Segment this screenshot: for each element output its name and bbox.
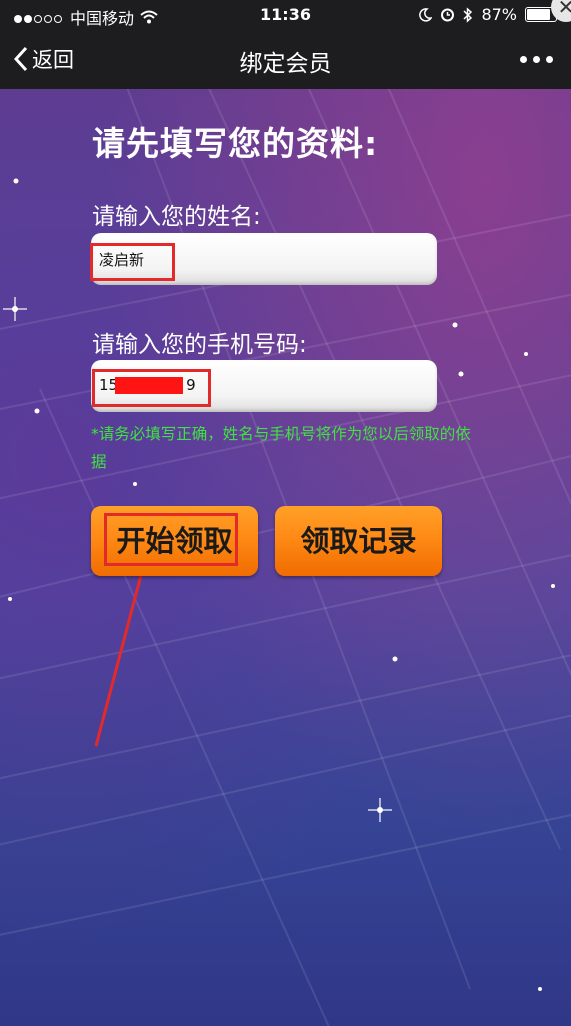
name-label: 请输入您的姓名: (92, 204, 261, 230)
phone-label: 请输入您的手机号码: (92, 332, 307, 358)
form-heading: 请先填写您的资料: (92, 124, 379, 163)
alarm-icon (441, 8, 455, 22)
page-title: 绑定会员 (239, 51, 332, 77)
more-dots-icon[interactable] (520, 56, 553, 63)
claim-records-button[interactable]: 领取记录 (275, 506, 442, 576)
bluetooth-icon (463, 6, 473, 23)
battery-percent: 87% (481, 5, 517, 24)
name-highlight-box (90, 243, 175, 281)
status-bar: 中国移动 11:36 87% (0, 0, 571, 30)
battery-level (527, 9, 550, 20)
phone-highlight-box (92, 369, 211, 407)
form-area: 请先填写您的资料: 请输入您的姓名: 凌启新 请输入您的手机号码: 15 9 *请… (0, 89, 571, 1026)
moon-icon (419, 7, 433, 22)
start-button-highlight-box (104, 513, 238, 566)
form-note: *请务必填写正确，姓名与手机号将作为您以后领取的依据 (91, 425, 471, 471)
top-bar: 中国移动 11:36 87% 返回 绑定会员 ✕ (0, 0, 571, 89)
nav-bar: 返回 绑定会员 (0, 30, 571, 89)
